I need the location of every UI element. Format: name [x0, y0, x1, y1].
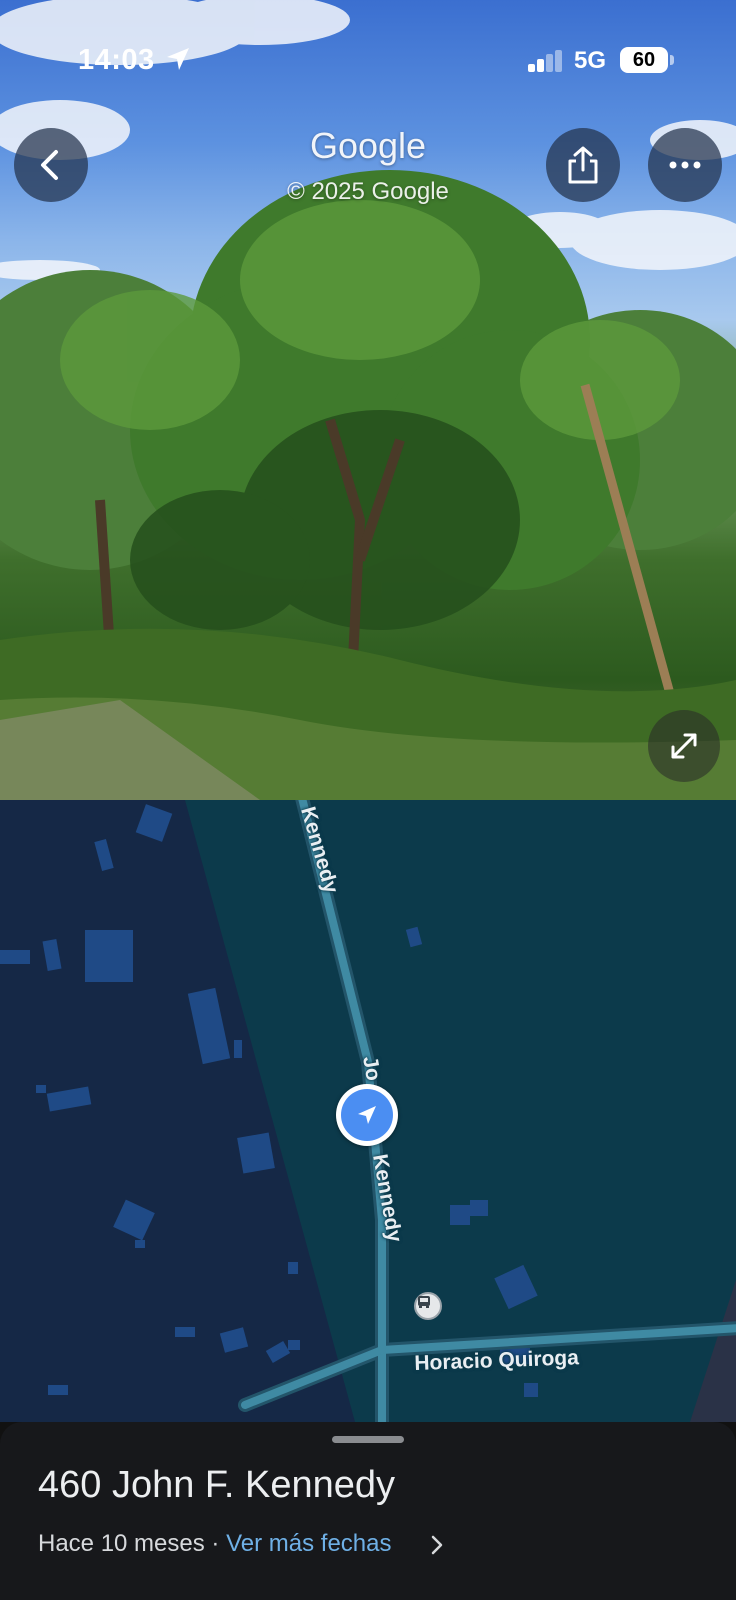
chevron-right-icon[interactable] [430, 1534, 444, 1556]
google-watermark: Google [309, 125, 427, 166]
drag-handle[interactable] [332, 1436, 404, 1443]
battery-indicator: 60 [620, 47, 668, 73]
battery-nub [670, 55, 674, 65]
status-bar: 14:03 5G 60 [0, 0, 736, 110]
info-sheet[interactable]: 460 John F. Kennedy Hace 10 meses · Ver … [0, 1422, 736, 1600]
direction-arrow-icon [358, 1106, 376, 1124]
separator: · [211, 1530, 220, 1557]
expand-button[interactable] [648, 710, 720, 782]
bus-stop-icon[interactable] [414, 1292, 442, 1320]
street-view-panorama[interactable]: 14:03 5G 60 Google © 2025 Google [0, 0, 736, 800]
address-title: 460 John F. Kennedy [38, 1464, 396, 1506]
network-type: 5G [574, 47, 607, 74]
cellular-signal-icon [528, 50, 564, 72]
capture-date-row: Hace 10 meses · Ver más fechas [38, 1530, 392, 1558]
more-horizontal-icon [669, 161, 701, 169]
more-dates-link[interactable]: Ver más fechas [226, 1530, 391, 1557]
share-icon [568, 146, 598, 184]
more-options-button[interactable] [648, 128, 722, 202]
status-time: 14:03 [78, 44, 155, 76]
land-area-right [690, 1280, 736, 1422]
street-label-jo: Jo [358, 1054, 385, 1083]
bus-glyph [418, 1296, 430, 1308]
expand-icon [671, 733, 697, 759]
position-marker-inner [341, 1089, 393, 1141]
capture-date: Hace 10 meses [38, 1530, 205, 1557]
share-button[interactable] [546, 128, 620, 202]
current-position-marker[interactable] [336, 1084, 398, 1146]
copyright-text: © 2025 Google [287, 178, 449, 205]
panorama-image [0, 0, 736, 800]
location-arrow-icon [167, 48, 189, 70]
